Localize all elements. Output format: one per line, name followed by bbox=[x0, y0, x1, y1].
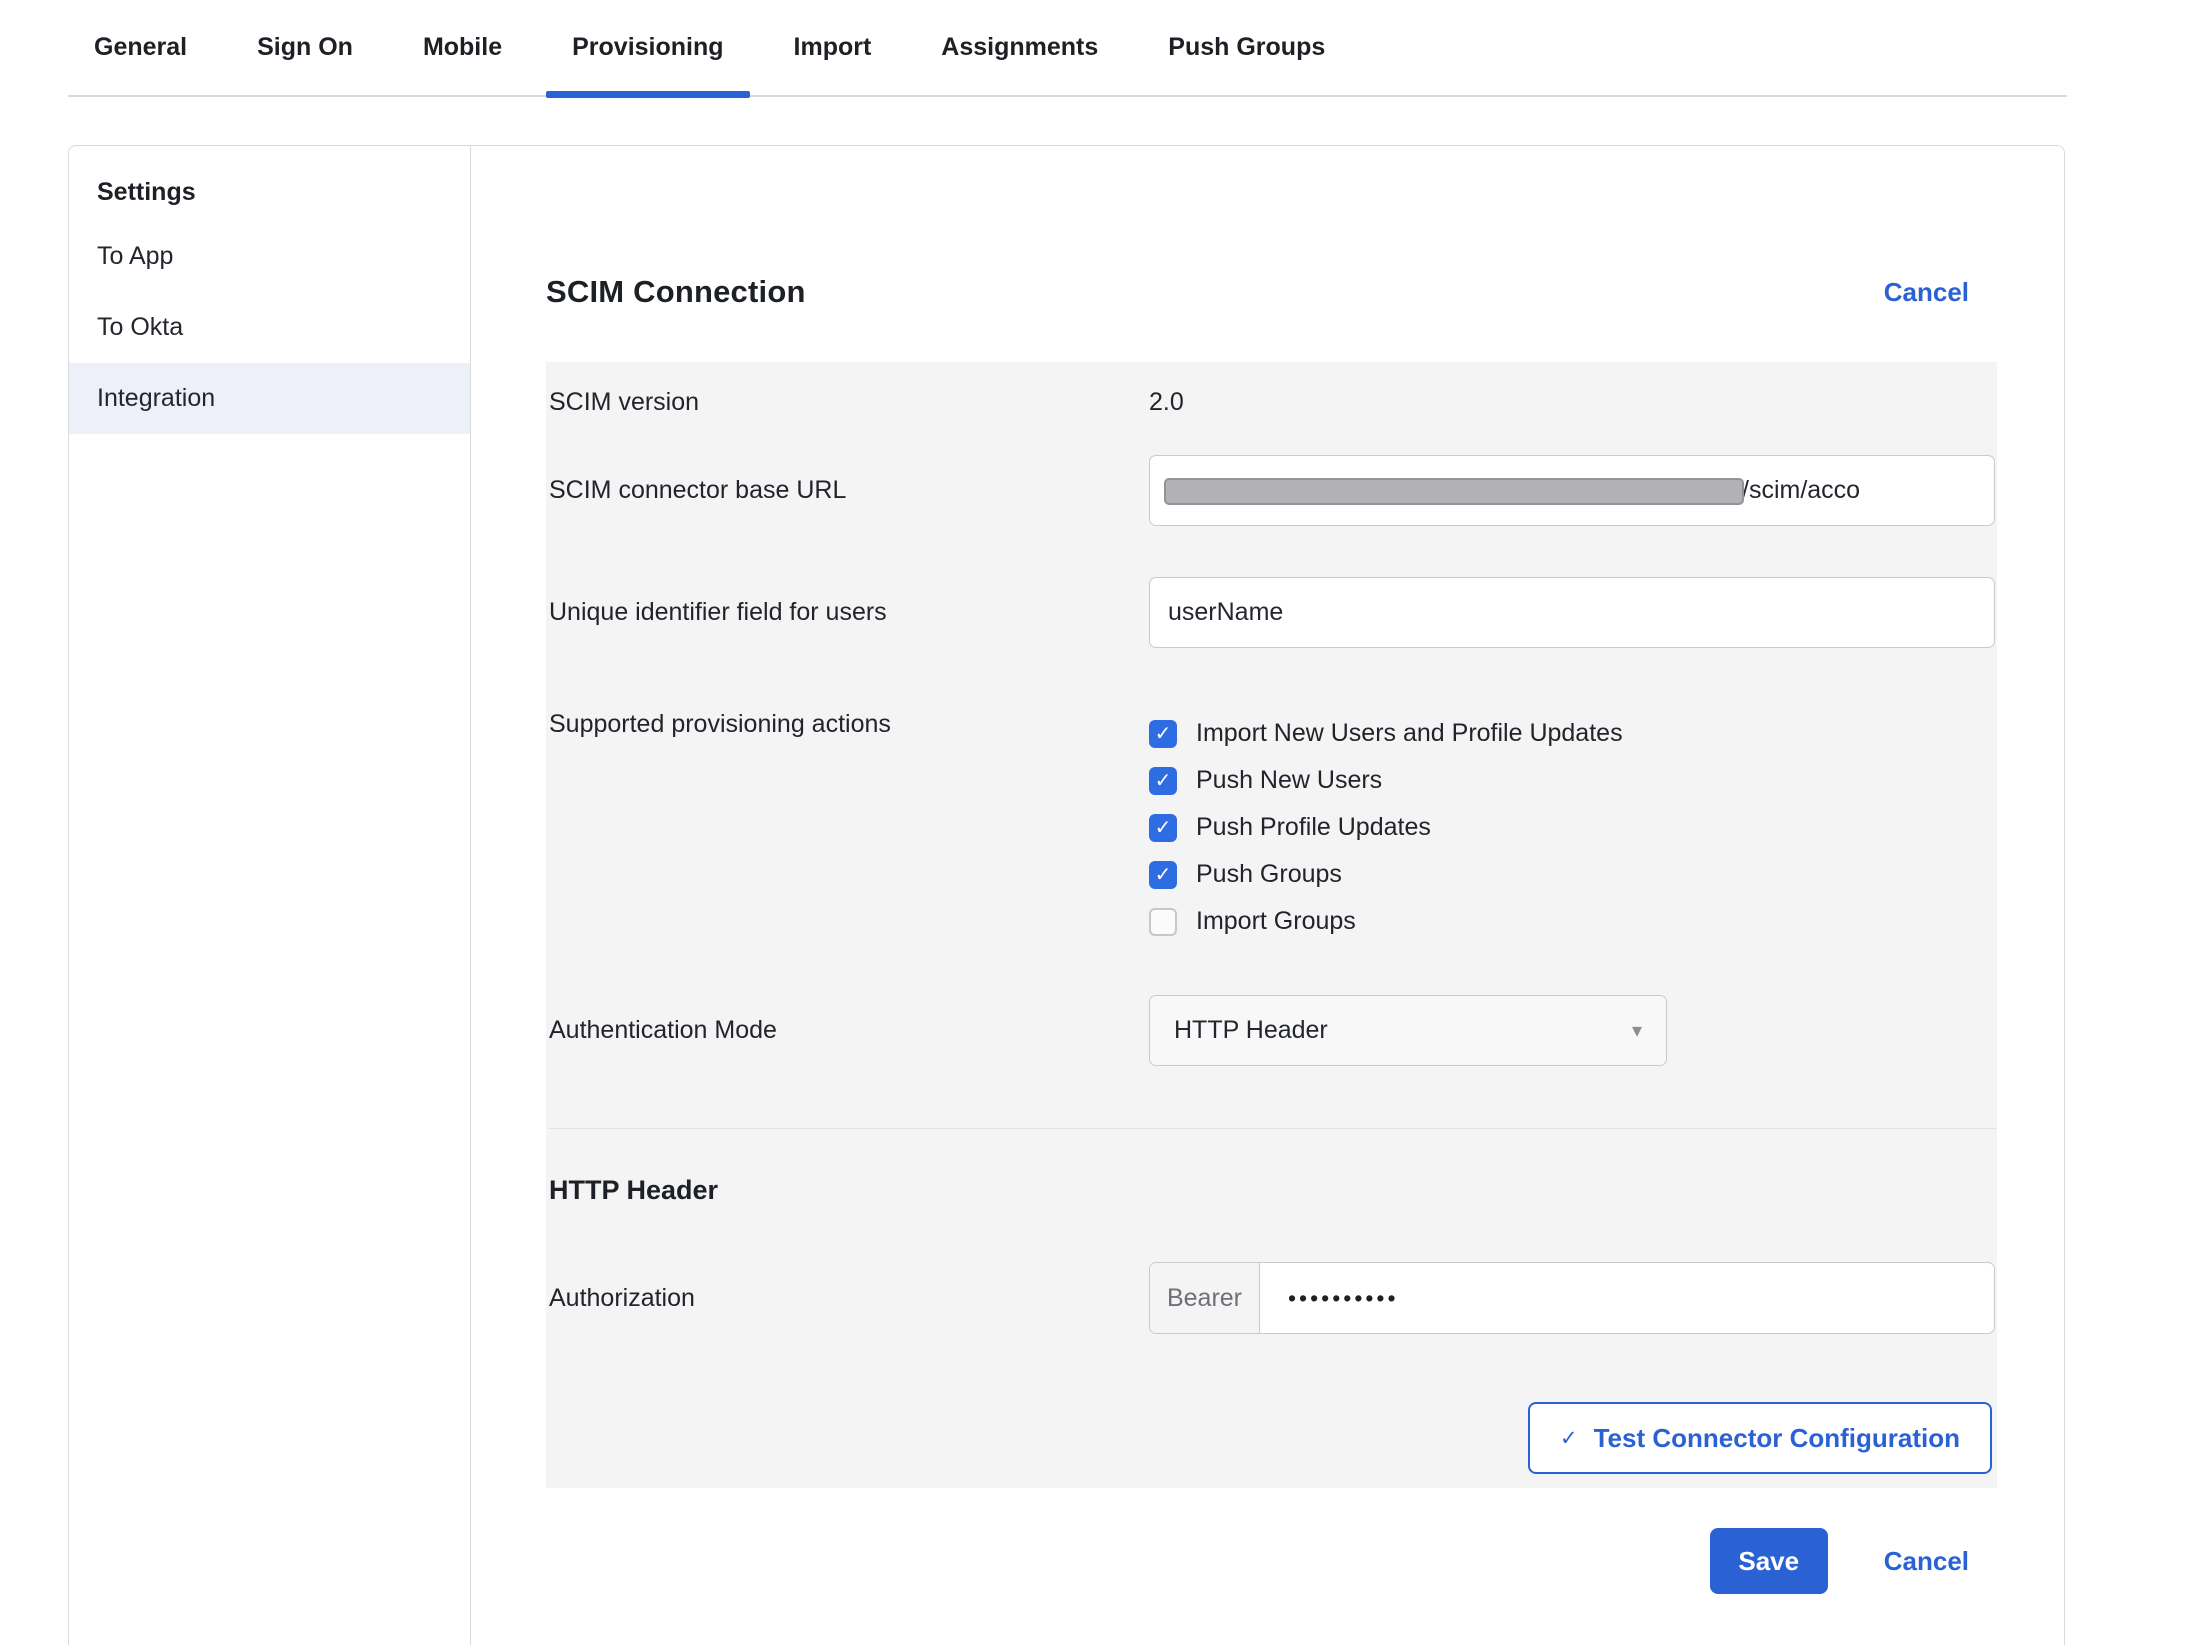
authorization-token-input[interactable]: •••••••••• bbox=[1260, 1263, 1994, 1333]
provisioning-action-row: Import Groups bbox=[1149, 898, 1997, 945]
tab-import[interactable]: Import bbox=[768, 0, 898, 96]
checked-checkbox[interactable]: ✓ bbox=[1149, 720, 1177, 748]
unique-identifier-input[interactable]: userName bbox=[1149, 577, 1995, 648]
provisioning-action-label: Import Groups bbox=[1196, 907, 1356, 936]
tab-mobile[interactable]: Mobile bbox=[397, 0, 528, 96]
auth-mode-select[interactable]: HTTP Header ▾ bbox=[1149, 995, 1667, 1066]
provisioning-card: Settings To App To Okta Integration SCIM… bbox=[68, 145, 2065, 1645]
sidebar-item-to-app[interactable]: To App bbox=[69, 221, 470, 292]
authorization-label: Authorization bbox=[549, 1284, 1149, 1313]
checked-checkbox[interactable]: ✓ bbox=[1149, 861, 1177, 889]
check-icon: ✓ bbox=[1155, 865, 1172, 885]
tab-assignments[interactable]: Assignments bbox=[915, 0, 1124, 96]
tab-provisioning[interactable]: Provisioning bbox=[546, 0, 749, 96]
sidebar-title: Settings bbox=[69, 156, 470, 221]
save-button[interactable]: Save bbox=[1710, 1528, 1828, 1594]
page-title: SCIM Connection bbox=[546, 274, 806, 310]
provisioning-actions-list: ✓ Import New Users and Profile Updates ✓ Pu… bbox=[1149, 710, 1997, 945]
scim-form: SCIM version 2.0 SCIM connector base URL… bbox=[546, 362, 1997, 1488]
check-icon: ✓ bbox=[1155, 724, 1172, 744]
test-connector-configuration-button[interactable]: ✓ Test Connector Configuration bbox=[1528, 1402, 1992, 1474]
base-url-input[interactable]: https://h5bd-195-19-67-149.ngrok.io/gate… bbox=[1149, 455, 1995, 526]
provisioning-action-label: Import New Users and Profile Updates bbox=[1196, 719, 1623, 748]
bearer-prefix: Bearer bbox=[1150, 1263, 1260, 1333]
tab-push-groups[interactable]: Push Groups bbox=[1142, 0, 1351, 96]
provisioning-action-row: ✓ Import New Users and Profile Updates bbox=[1149, 710, 1997, 757]
unique-identifier-label: Unique identifier field for users bbox=[549, 598, 1149, 627]
scim-version-value: 2.0 bbox=[1149, 388, 1997, 417]
check-icon: ✓ bbox=[1560, 1426, 1578, 1451]
auth-mode-row: Authentication Mode HTTP Header ▾ bbox=[549, 995, 1997, 1066]
cancel-link-bottom[interactable]: Cancel bbox=[1884, 1546, 1969, 1577]
base-url-label: SCIM connector base URL bbox=[549, 476, 1149, 505]
provisioning-actions-label: Supported provisioning actions bbox=[549, 710, 1149, 945]
scim-version-row: SCIM version 2.0 bbox=[549, 388, 1997, 417]
authorization-input-group: Bearer •••••••••• bbox=[1149, 1262, 1995, 1334]
auth-mode-value: HTTP Header bbox=[1174, 1016, 1328, 1045]
provisioning-action-row: ✓ Push Groups bbox=[1149, 851, 1997, 898]
provisioning-action-label: Push Profile Updates bbox=[1196, 813, 1431, 842]
http-header-section-title: HTTP Header bbox=[549, 1175, 1997, 1206]
sidebar-item-to-okta[interactable]: To Okta bbox=[69, 292, 470, 363]
sidebar-item-integration[interactable]: Integration bbox=[69, 363, 470, 434]
authorization-row: Authorization Bearer •••••••••• bbox=[549, 1262, 1997, 1334]
provisioning-action-label: Push Groups bbox=[1196, 860, 1342, 889]
checked-checkbox[interactable]: ✓ bbox=[1149, 814, 1177, 842]
provisioning-action-row: ✓ Push Profile Updates bbox=[1149, 804, 1997, 851]
chevron-down-icon: ▾ bbox=[1632, 1018, 1642, 1043]
cancel-link-top[interactable]: Cancel bbox=[1884, 277, 1969, 308]
auth-mode-label: Authentication Mode bbox=[549, 1016, 1149, 1045]
check-icon: ✓ bbox=[1155, 818, 1172, 838]
tab-sign-on[interactable]: Sign On bbox=[231, 0, 379, 96]
scim-connection-panel: SCIM Connection Cancel SCIM version 2.0 … bbox=[471, 146, 2064, 1645]
unchecked-checkbox[interactable] bbox=[1149, 908, 1177, 936]
provisioning-actions-row: Supported provisioning actions ✓ Import N… bbox=[549, 710, 1997, 945]
checked-checkbox[interactable]: ✓ bbox=[1149, 767, 1177, 795]
base-url-row: SCIM connector base URL https://h5bd-195… bbox=[549, 455, 1997, 526]
redaction-bar bbox=[1164, 478, 1744, 505]
settings-sidebar: Settings To App To Okta Integration bbox=[69, 146, 471, 1645]
app-tabbar: General Sign On Mobile Provisioning Impo… bbox=[68, 0, 2067, 97]
unique-identifier-value: userName bbox=[1168, 598, 1283, 627]
check-icon: ✓ bbox=[1155, 771, 1172, 791]
unique-identifier-row: Unique identifier field for users userNa… bbox=[549, 577, 1997, 648]
provisioning-action-row: ✓ Push New Users bbox=[1149, 757, 1997, 804]
scim-version-label: SCIM version bbox=[549, 388, 1149, 417]
provisioning-action-label: Push New Users bbox=[1196, 766, 1382, 795]
test-connector-label: Test Connector Configuration bbox=[1594, 1423, 1960, 1454]
tab-general[interactable]: General bbox=[68, 0, 213, 96]
section-divider bbox=[549, 1128, 1997, 1129]
